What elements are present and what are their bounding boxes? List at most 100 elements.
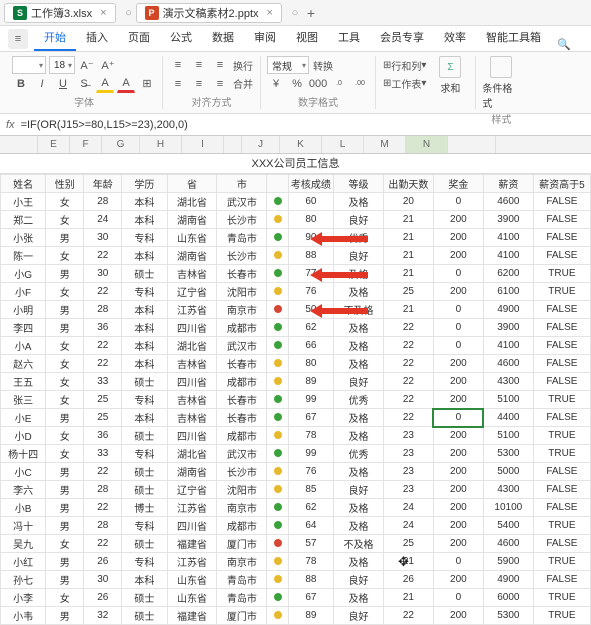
cell[interactable]: 女 [46, 391, 84, 409]
cell[interactable]: 0 [433, 409, 483, 427]
table-header-cell[interactable]: 市 [217, 175, 267, 193]
col-header[interactable]: E [38, 136, 70, 153]
cell[interactable]: 专科 [122, 517, 167, 535]
cell[interactable]: 26 [84, 589, 122, 607]
cell[interactable]: 4600 [483, 355, 533, 373]
cell[interactable]: 厦门市 [217, 607, 267, 625]
cell[interactable] [267, 481, 288, 499]
cell[interactable]: 长沙市 [217, 463, 267, 481]
cell[interactable]: 福建省 [167, 535, 217, 553]
cell[interactable] [267, 301, 288, 319]
cell[interactable]: 女 [46, 427, 84, 445]
cell[interactable]: 22 [84, 355, 122, 373]
cell[interactable]: 25 [84, 409, 122, 427]
cell[interactable]: 李四 [1, 319, 46, 337]
cell[interactable]: 吉林省 [167, 355, 217, 373]
cell[interactable]: 江苏省 [167, 553, 217, 571]
cond-format-button[interactable]: 条件格式 [482, 56, 520, 110]
cell[interactable]: 小C [1, 463, 46, 481]
align-bot-button[interactable]: ≡ [211, 56, 229, 74]
menu-item-3[interactable]: 公式 [160, 25, 202, 51]
table-header-cell[interactable]: 薪资 [483, 175, 533, 193]
cell[interactable]: 小B [1, 499, 46, 517]
cell[interactable]: 小D [1, 427, 46, 445]
cell[interactable]: 男 [46, 607, 84, 625]
col-header[interactable] [0, 136, 38, 153]
cell[interactable] [267, 571, 288, 589]
wrap-text-button[interactable]: 换行 [232, 56, 254, 74]
cell[interactable]: 57 [288, 535, 333, 553]
strike-button[interactable]: S̶ [75, 75, 93, 93]
cell[interactable]: 62 [288, 499, 333, 517]
table-header-cell[interactable]: 省 [167, 175, 217, 193]
table-row[interactable]: 吴九女22硕士福建省厦门市57不及格252004600FALSE [1, 535, 591, 553]
cell[interactable]: 本科 [122, 193, 167, 211]
cell[interactable]: FALSE [533, 373, 590, 391]
cell[interactable]: 专科 [122, 229, 167, 247]
app-menu-button[interactable]: ≡ [8, 29, 28, 49]
cell[interactable]: 成都市 [217, 373, 267, 391]
cell[interactable]: 4600 [483, 193, 533, 211]
cell[interactable]: 本科 [122, 355, 167, 373]
worksheet-button[interactable]: ⊞ 工作表 ▾ [382, 74, 427, 92]
cell[interactable]: 四川省 [167, 517, 217, 535]
cell[interactable]: TRUE [533, 391, 590, 409]
cell[interactable]: 南京市 [217, 301, 267, 319]
cell[interactable]: 硕士 [122, 535, 167, 553]
cell[interactable]: 张三 [1, 391, 46, 409]
bold-button[interactable]: B [12, 75, 30, 93]
cell[interactable]: 60 [288, 193, 333, 211]
cell[interactable]: 23 [383, 481, 433, 499]
cell[interactable]: 99 [288, 445, 333, 463]
cell[interactable]: 专科 [122, 283, 167, 301]
cell[interactable]: FALSE [533, 499, 590, 517]
cell[interactable]: 小F [1, 283, 46, 301]
menu-item-2[interactable]: 页面 [118, 25, 160, 51]
cell[interactable]: 22 [383, 607, 433, 625]
align-right-button[interactable]: ≡ [211, 75, 229, 93]
dec-dec-button[interactable]: .00 [351, 75, 369, 93]
cell[interactable]: TRUE [533, 607, 590, 625]
file-tab-pptx[interactable]: P 演示文稿素材2.pptx × [136, 3, 282, 23]
cell[interactable]: 男 [46, 481, 84, 499]
cell[interactable]: 成都市 [217, 319, 267, 337]
cell[interactable]: 及格 [334, 265, 384, 283]
cell[interactable]: 26 [84, 553, 122, 571]
cell[interactable]: 4900 [483, 571, 533, 589]
cell[interactable]: 33 [84, 373, 122, 391]
percent-button[interactable]: % [288, 75, 306, 93]
rowcol-button[interactable]: ⊞ 行和列 ▾ [382, 56, 427, 74]
fill-color-button[interactable]: A [96, 75, 114, 93]
data-table[interactable]: 姓名性别年龄学历省市考核成绩等级出勤天数奖金薪资薪资高于5 小王女28本科湖北省… [0, 174, 591, 625]
cell[interactable]: 良好 [334, 607, 384, 625]
cell[interactable]: 四川省 [167, 427, 217, 445]
cell[interactable]: 本科 [122, 301, 167, 319]
font-decrease-button[interactable]: A⁻ [78, 56, 96, 74]
convert-button[interactable]: 转换 [312, 56, 334, 74]
cell[interactable]: 22 [84, 463, 122, 481]
menu-item-6[interactable]: 视图 [286, 25, 328, 51]
cell[interactable]: 30 [84, 229, 122, 247]
cell[interactable]: 6100 [483, 283, 533, 301]
cell[interactable]: 福建省 [167, 607, 217, 625]
cell[interactable]: 及格 [334, 553, 384, 571]
table-header-cell[interactable]: 出勤天数 [383, 175, 433, 193]
cell[interactable]: 200 [433, 283, 483, 301]
cell[interactable]: 良好 [334, 373, 384, 391]
cell[interactable]: FALSE [533, 463, 590, 481]
cell[interactable]: 小韦 [1, 607, 46, 625]
cell[interactable]: 及格 [334, 463, 384, 481]
cell[interactable]: 22 [383, 319, 433, 337]
cell[interactable]: TRUE [533, 553, 590, 571]
table-row[interactable]: 李六男28硕士辽宁省沈阳市85良好232004300FALSE [1, 481, 591, 499]
font-size-select[interactable]: 18 [49, 56, 75, 74]
table-header-cell[interactable]: 薪资高于5 [533, 175, 590, 193]
cell[interactable]: 23 [383, 463, 433, 481]
cell[interactable]: 22 [84, 337, 122, 355]
cell[interactable]: 25 [383, 283, 433, 301]
cell[interactable]: 30 [84, 265, 122, 283]
cell[interactable]: 硕士 [122, 427, 167, 445]
cell[interactable]: 山东省 [167, 229, 217, 247]
cell[interactable]: 良好 [334, 211, 384, 229]
cell[interactable]: 男 [46, 463, 84, 481]
